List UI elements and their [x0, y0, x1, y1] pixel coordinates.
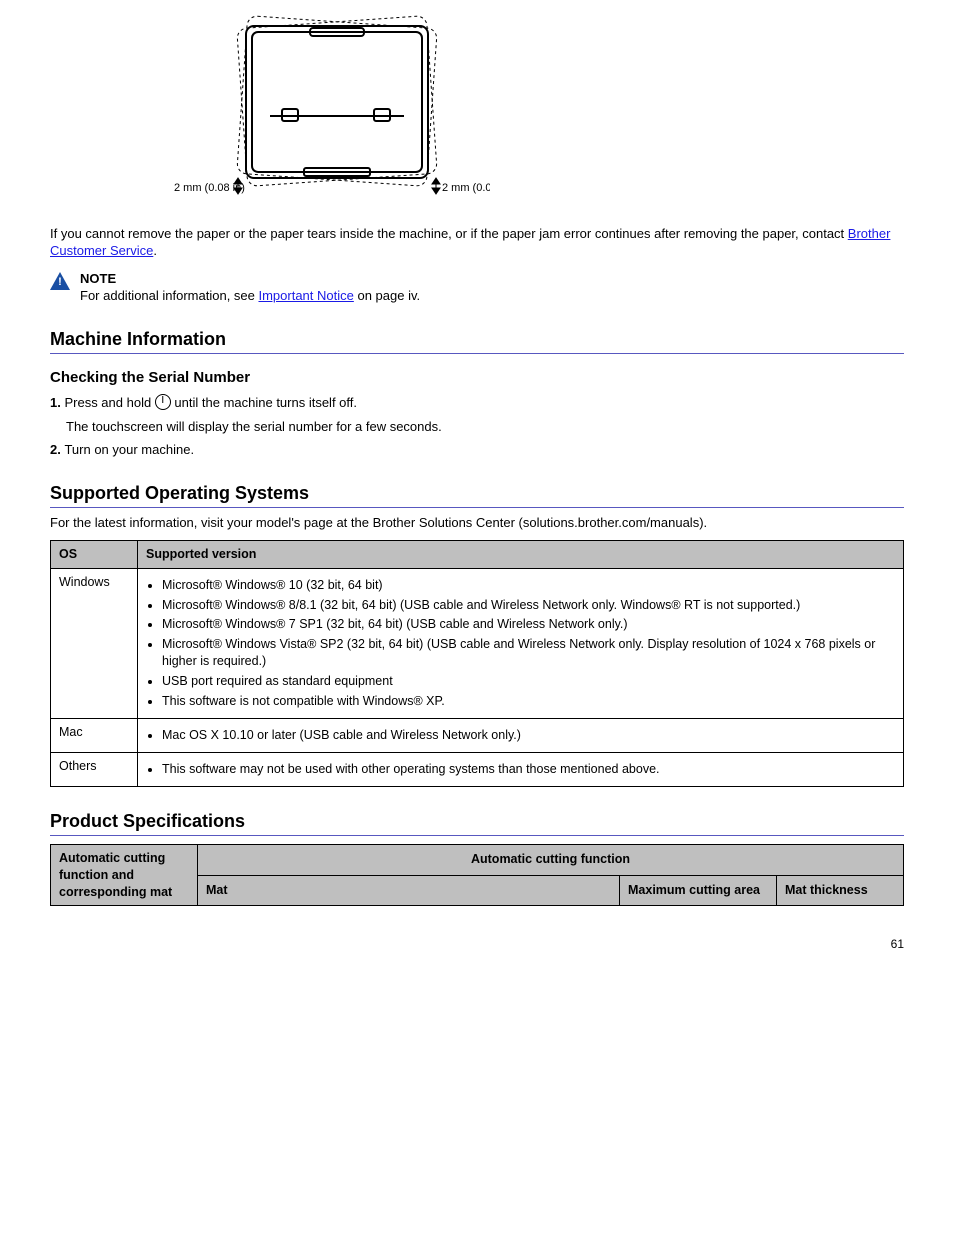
heading-supported-os: Supported Operating Systems — [50, 481, 904, 508]
spec-row-label: Automatic cutting function and correspon… — [51, 844, 198, 906]
spec-h-mat: Mat — [198, 875, 620, 906]
spec-top-header: Automatic cutting function — [198, 844, 904, 875]
spec-h-max-area: Maximum cutting area — [620, 875, 777, 906]
note-text: For additional information, see Importan… — [80, 287, 420, 305]
link-important-notice[interactable]: Important Notice — [258, 288, 353, 303]
table-row: Others This software may not be used wit… — [51, 752, 904, 786]
table-row: Mac Mac OS X 10.10 or later (USB cable a… — [51, 718, 904, 752]
step-1-result: The touchscreen will display the serial … — [66, 418, 904, 436]
step-2: 2. Turn on your machine. — [50, 441, 904, 459]
fig-left-label: 2 mm (0.08 in) — [174, 182, 245, 194]
step-1: 1. Press and hold until the machine turn… — [50, 394, 904, 412]
table-row: Windows Microsoft® Windows® 10 (32 bit, … — [51, 568, 904, 718]
heading-serial-number: Checking the Serial Number — [50, 368, 904, 388]
skew-correction-figure: 2 mm (0.08 in) 2 mm (0.08 in) — [170, 8, 904, 209]
page-number: 61 — [50, 936, 904, 952]
supported-os-table: OS Supported version Windows Microsoft® … — [50, 540, 904, 787]
product-specs-table: Automatic cutting function and correspon… — [50, 844, 904, 907]
heading-product-specs: Product Specifications — [50, 809, 904, 836]
warning-icon — [50, 272, 70, 295]
supported-os-intro: For the latest information, visit your m… — [50, 514, 904, 532]
heading-machine-information: Machine Information — [50, 327, 904, 354]
note-label: NOTE — [80, 270, 420, 288]
power-icon — [155, 394, 171, 410]
jam-contact-paragraph: If you cannot remove the paper or the pa… — [50, 225, 904, 260]
spec-h-thickness: Mat thickness — [777, 875, 904, 906]
th-os: OS — [51, 540, 138, 568]
th-version: Supported version — [138, 540, 904, 568]
fig-right-label: 2 mm (0.08 in) — [442, 182, 490, 194]
